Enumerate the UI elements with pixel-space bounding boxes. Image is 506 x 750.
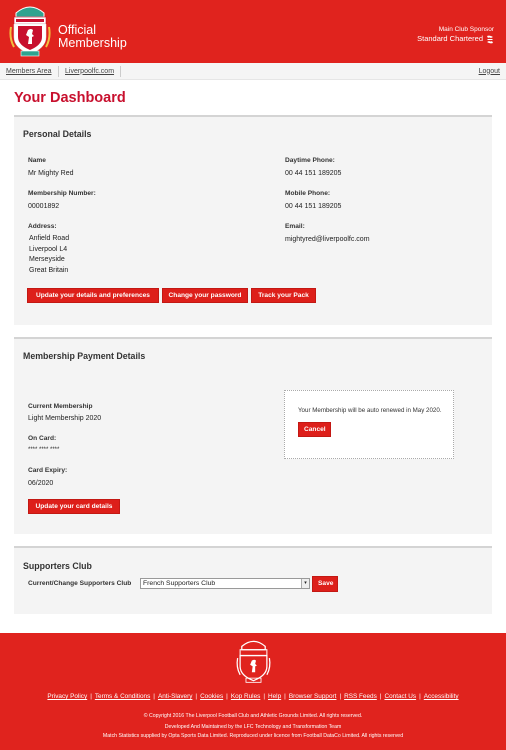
address-line: Great Britain [29,266,69,274]
mobile-phone-value: 00 44 151 189205 [285,203,342,210]
brand-title: Official Membership [58,24,127,50]
mobile-phone-label: Mobile Phone: [285,190,331,197]
footer-match-stats: Match Statistics supplied by Opta Sports… [102,733,404,739]
logout-link[interactable]: Logout [479,68,500,75]
footer-link-terms[interactable]: Terms & Conditions [95,693,150,700]
footer-link-anti-slavery[interactable]: Anti-Slavery [158,693,192,700]
payment-details-heading: Membership Payment Details [23,351,146,361]
footer-separator: | [153,693,155,700]
update-card-button[interactable]: Update your card details [28,499,120,514]
save-supporters-club-button[interactable]: Save [312,576,338,592]
sponsor-block: Main Club Sponsor Standard Chartered [417,25,494,44]
footer-link-rss-feeds[interactable]: RSS Feeds [344,693,377,700]
footer-links: Privacy Policy | Terms & Conditions | Anti-S… [0,693,506,700]
current-membership-value: Light Membership 2020 [28,415,102,422]
address-line: Merseyside [29,256,65,263]
current-membership-label: Current Membership [28,403,93,410]
card-expiry-value: 06/2020 [28,480,54,487]
auto-renew-text: Your Membership will be auto renewed in … [298,407,442,414]
nav-divider [58,66,59,77]
footer-link-browser-support[interactable]: Browser Support [289,693,337,700]
footer-separator: | [263,693,265,700]
footer-separator: | [90,693,92,700]
daytime-phone-value: 00 44 151 189205 [285,170,342,177]
email-value: mightyred@liverpoolfc.com [285,236,370,243]
supporters-club-heading: Supporters Club [23,561,92,571]
page-title: Your Dashboard [14,90,126,106]
lfc-crest-icon[interactable] [8,3,52,58]
footer-link-kop-rules[interactable]: Kop Rules [231,693,261,700]
sponsor-name: Standard Chartered [417,34,483,43]
footer-link-privacy-policy[interactable]: Privacy Policy [47,693,87,700]
supporters-club-selected: French Supporters Club [143,580,216,587]
membership-number-value: 00001892 [28,203,60,210]
membership-number-label: Membership Number: [28,190,96,197]
address-line: Anfield Road [29,235,70,242]
sponsor-name-row: Standard Chartered [417,34,494,44]
site-footer: Privacy Policy | Terms & Conditions | Anti-S… [0,633,506,750]
personal-details-panel: Personal Details Name Mr Mighty Red Memb… [14,115,492,325]
footer-link-contact-us[interactable]: Contact Us [384,693,416,700]
address-line: Liverpool L4 [29,245,68,253]
supporters-club-select[interactable]: French Supporters Club ▾ [140,578,310,589]
change-password-button[interactable]: Change your password [162,288,248,303]
supporters-club-panel: Supporters Club Current/Change Supporter… [14,546,492,614]
name-label: Name [28,157,46,164]
footer-separator: | [195,693,198,700]
auto-renew-notice: Your Membership will be auto renewed in … [284,390,454,459]
cancel-renewal-button[interactable]: Cancel [298,422,331,437]
footer-separator: | [284,693,286,700]
nav-link-liverpoolfc[interactable]: Liverpoolfc.com [65,68,114,75]
footer-link-cookies[interactable]: Cookies [200,693,223,700]
membership-payment-panel: Membership Payment Details Current Membe… [14,337,492,534]
on-card-label: On Card: [28,435,57,442]
card-expiry-label: Card Expiry: [28,467,68,474]
sponsor-label: Main Club Sponsor [438,26,494,33]
footer-copyright: © Copyright 2016 The Liverpool Football … [143,713,363,719]
supporters-club-label: Current/Change Supporters Club [28,580,132,587]
nav-link-members-area[interactable]: Members Area [6,68,52,75]
top-nav: Members Area Liverpoolfc.com Logout [0,63,506,80]
address-label: Address: [28,223,57,230]
standard-chartered-icon [487,35,493,43]
address-value: Anfield Road Liverpool L4 Merseyside Gre… [29,234,69,276]
footer-link-help[interactable]: Help [268,693,281,700]
chevron-down-icon[interactable]: ▾ [301,579,309,588]
nav-divider [120,66,121,77]
personal-details-heading: Personal Details [23,129,92,139]
update-details-button[interactable]: Update your details and preferences [27,288,159,303]
site-header: Official Membership Main Club Sponsor St… [0,0,506,63]
track-pack-button[interactable]: Track your Pack [251,288,316,303]
lfc-crest-footer-icon [236,640,271,683]
footer-link-accessibility[interactable]: Accessibility [424,693,459,700]
on-card-value: **** **** **** [28,447,60,453]
brand-line-membership: Membership [58,36,127,50]
footer-separator: | [419,693,421,700]
daytime-phone-label: Daytime Phone: [285,157,335,164]
footer-separator: | [379,693,382,700]
footer-developed-by: Developed And Maintained by the LFC Tech… [164,724,342,730]
email-label: Email: [285,223,305,230]
footer-separator: | [226,693,228,700]
name-value: Mr Mighty Red [28,170,74,177]
footer-separator: | [339,693,342,700]
